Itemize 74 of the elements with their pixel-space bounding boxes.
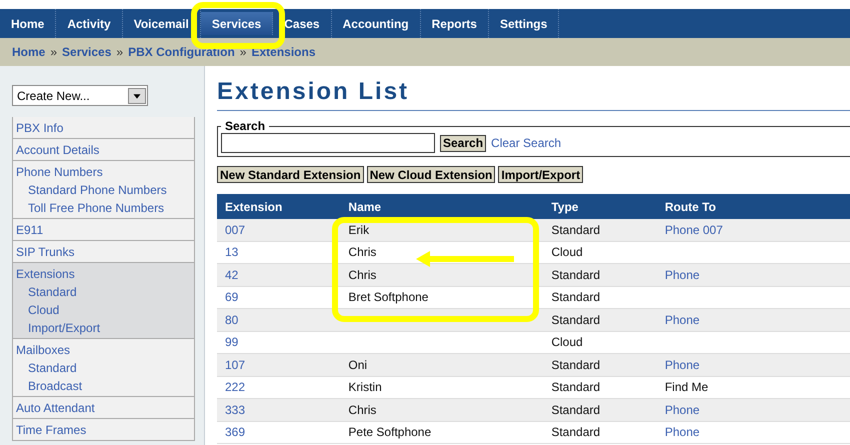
breadcrumb-separator: » — [240, 45, 246, 59]
extension-link[interactable]: 42 — [225, 268, 238, 282]
type-cell: Standard — [551, 222, 600, 237]
name-cell: Pete Softphone — [348, 425, 432, 440]
route-link[interactable]: Phone — [664, 268, 700, 282]
sidebar-sublink[interactable]: Toll Free Phone Numbers — [16, 199, 191, 217]
sidebar-link[interactable]: Extensions — [16, 265, 191, 283]
sidebar-sublink[interactable]: Broadcast — [16, 377, 191, 395]
extension-link[interactable]: 69 — [225, 290, 238, 304]
extension-link[interactable]: 99 — [225, 335, 238, 350]
route-link[interactable]: Phone 007 — [664, 222, 723, 237]
route-link[interactable]: Phone — [664, 312, 700, 327]
type-cell: Cloud — [551, 245, 583, 260]
breadcrumb-link[interactable]: PBX Configuration — [128, 45, 235, 59]
extension-link[interactable]: 333 — [225, 402, 246, 417]
search-button[interactable]: Search — [440, 134, 486, 152]
action-button[interactable]: Import/Export — [498, 166, 584, 183]
name-cell: Chris — [348, 402, 376, 417]
breadcrumb-link[interactable]: Services — [62, 45, 112, 59]
breadcrumb-separator: » — [50, 45, 58, 59]
caret-icon — [128, 88, 146, 104]
action-button[interactable]: New Standard Extension — [217, 166, 364, 183]
sidebar-sublink[interactable]: Standard Phone Numbers — [16, 181, 191, 199]
search-legend: Search — [221, 119, 270, 133]
column-header: Route To — [656, 194, 850, 219]
route-link[interactable]: Phone — [664, 358, 700, 372]
sidebar-sublink[interactable]: Standard — [16, 359, 191, 377]
arrow-icon — [416, 251, 516, 267]
sidebar-link[interactable]: Mailboxes — [16, 341, 191, 359]
type-cell: Standard — [551, 380, 600, 394]
type-cell: Standard — [551, 358, 600, 372]
sidebar-link[interactable]: SIP Trunks — [16, 243, 191, 261]
search-field[interactable] — [221, 133, 435, 153]
type-cell: Standard — [551, 268, 600, 282]
route-cell: Find Me — [664, 380, 708, 394]
route-link[interactable]: Phone — [664, 425, 700, 440]
extension-link[interactable]: 222 — [225, 380, 246, 394]
breadcrumb-separator: » — [116, 45, 124, 59]
nav-tab[interactable]: Services — [200, 12, 274, 35]
extension-link[interactable]: 13 — [225, 245, 238, 260]
type-cell: Standard — [551, 312, 600, 327]
breadcrumb-link[interactable]: Home — [12, 45, 46, 59]
type-cell: Standard — [551, 290, 600, 304]
extension-link[interactable]: 369 — [225, 425, 246, 440]
clear-search-link[interactable]: Clear Search — [491, 136, 562, 150]
type-cell: Standard — [551, 425, 600, 440]
extension-link[interactable]: 80 — [225, 312, 238, 327]
sidebar-link[interactable]: E911 — [16, 221, 191, 239]
route-link[interactable]: Phone — [664, 402, 700, 417]
name-cell: Bret Softphone — [348, 290, 428, 304]
name-cell: Erik — [348, 222, 370, 237]
breadcrumb-link[interactable]: Extensions — [251, 45, 316, 59]
page-title: Extension List — [217, 78, 410, 106]
name-cell: Oni — [348, 358, 368, 372]
name-cell: Chris — [348, 245, 376, 260]
sidebar-link[interactable]: Phone Numbers — [16, 163, 191, 181]
type-cell: Cloud — [551, 335, 583, 350]
name-cell: Kristin — [348, 380, 382, 394]
column-header: Extension — [217, 194, 340, 219]
sidebar-link[interactable]: PBX Info — [16, 119, 191, 137]
sidebar-sublink[interactable]: Import/Export — [16, 319, 191, 337]
action-button[interactable]: New Cloud Extension — [366, 166, 496, 183]
type-cell: Standard — [551, 402, 600, 417]
sidebar-link[interactable]: Time Frames — [16, 421, 191, 439]
extension-link[interactable]: 107 — [225, 358, 246, 372]
sidebar-link[interactable]: Account Details — [16, 141, 191, 159]
sidebar-sublink[interactable]: Standard — [16, 283, 191, 301]
column-header: Type — [543, 194, 657, 219]
create-new-dropdown[interactable]: Create New... — [12, 85, 148, 106]
column-header: Name — [340, 194, 544, 219]
sidebar-link[interactable]: Auto Attendant — [16, 399, 191, 417]
name-cell: Chris — [348, 268, 376, 282]
sidebar-sublink[interactable]: Cloud — [16, 301, 191, 319]
extension-link[interactable]: 007 — [225, 222, 246, 237]
